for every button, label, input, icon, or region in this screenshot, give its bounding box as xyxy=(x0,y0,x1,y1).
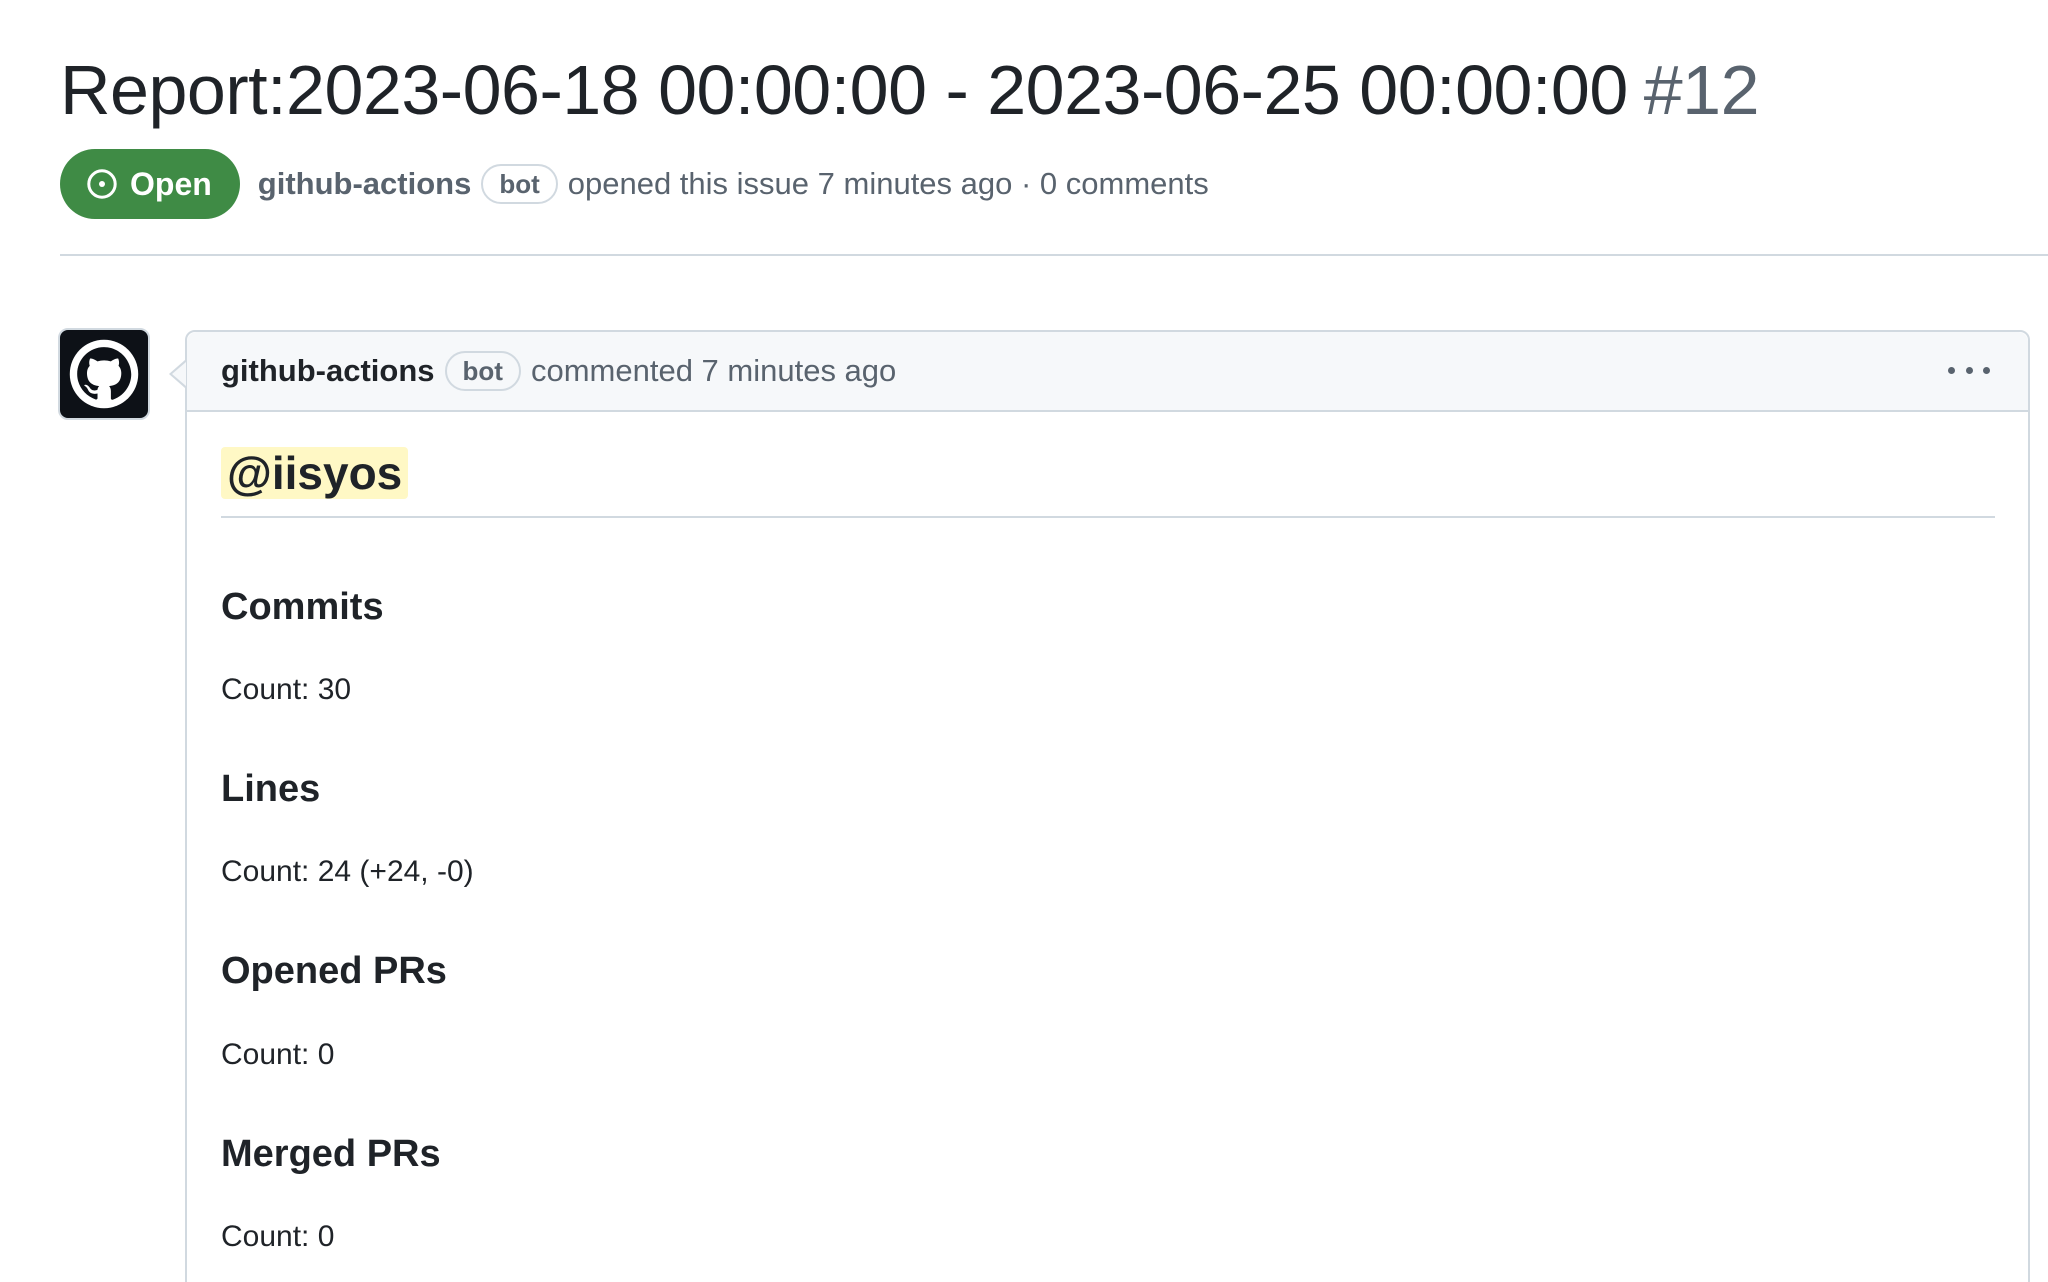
comment-pointer-fill xyxy=(172,362,186,386)
issue-meta: Open github-actions bot opened this issu… xyxy=(60,149,1209,219)
comment-timestamp[interactable]: commented 7 minutes ago xyxy=(531,353,896,389)
section-title-merged-prs: Merged PRs xyxy=(221,1133,441,1175)
section-value-opened-prs: Count: 0 xyxy=(221,1038,335,1071)
issue-author-bot-label: bot xyxy=(481,164,558,204)
issue-opened-icon xyxy=(87,169,117,199)
issue-number: #12 xyxy=(1643,51,1760,129)
section-title-opened-prs: Opened PRs xyxy=(221,950,447,992)
kebab-horizontal-icon[interactable] xyxy=(1948,360,1990,380)
issue-opened-text: opened this issue 7 minutes ago · 0 comm… xyxy=(567,166,1209,201)
section-value-merged-prs: Count: 0 xyxy=(221,1220,335,1253)
header-divider xyxy=(60,254,2048,256)
comment-body: @iisyos Commits Count: 30 Lines Count: 2… xyxy=(221,444,1995,1253)
comment-author-link[interactable]: github-actions xyxy=(221,353,435,389)
issue-title-row: Report:2023-06-18 00:00:00 - 2023-06-25 … xyxy=(60,48,1760,132)
issue-title: Report:2023-06-18 00:00:00 - 2023-06-25 … xyxy=(60,51,1628,129)
section-value-commits: Count: 30 xyxy=(221,673,352,706)
comment-author-bot-label: bot xyxy=(444,351,521,391)
user-mention[interactable]: @iisyos xyxy=(221,447,409,499)
github-mark-icon xyxy=(69,339,139,409)
issue-state-label: Open xyxy=(130,165,212,202)
section-value-lines: Count: 24 (+24, -0) xyxy=(221,855,474,888)
section-title-lines: Lines xyxy=(221,768,321,810)
mention-heading: @iisyos xyxy=(221,444,1995,518)
section-title-commits: Commits xyxy=(221,586,384,628)
commenter-avatar[interactable] xyxy=(58,328,150,420)
comment-header: github-actions bot commented 7 minutes a… xyxy=(187,332,2028,412)
issue-author-link[interactable]: github-actions xyxy=(258,166,472,202)
issue-page: Report:2023-06-18 00:00:00 - 2023-06-25 … xyxy=(0,0,2048,1282)
comment-card: github-actions bot commented 7 minutes a… xyxy=(185,330,2030,1282)
issue-state-badge: Open xyxy=(60,149,240,219)
